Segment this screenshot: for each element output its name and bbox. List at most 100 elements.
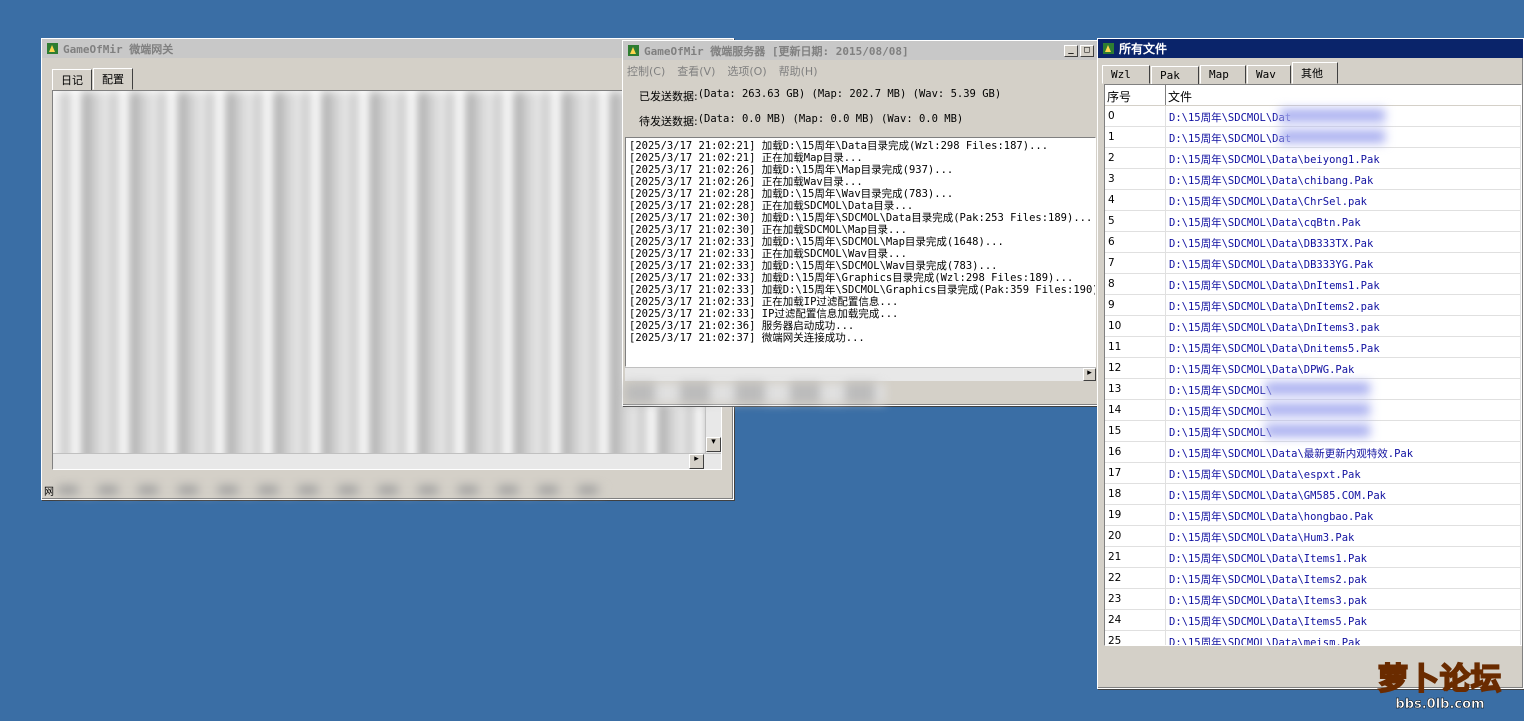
log-line: [2025/3/17 21:02:26] 加载D:\15周年\Map目录完成(9… [629, 164, 954, 176]
pending-value: (Data: 0.0 MB) (Map: 0.0 MB) (Wav: 0.0 M… [697, 113, 964, 125]
log-line: [2025/3/17 21:02:33] 正在加载SDCMOL\Wav目录... [629, 248, 907, 260]
server-window: GameOfMir 微端服务器 [更新日期: 2015/08/08] _ □ 控… [622, 40, 1099, 406]
row-path: D:\15周年\SDCMOL\Data\espxt.Pak [1166, 463, 1521, 483]
files-tabbar: Wzl Pak Map Wav 其他 [1102, 62, 1523, 85]
row-index: 16 [1105, 442, 1166, 462]
row-path: D:\15周年\SDCMOL\Data\cqBtn.Pak [1166, 211, 1521, 231]
row-index: 7 [1105, 253, 1166, 273]
server-titlebar[interactable]: GameOfMir 微端服务器 [更新日期: 2015/08/08] _ □ [623, 41, 1098, 60]
server-log: [2025/3/17 21:02:21] 加载D:\15周年\Data目录完成(… [625, 137, 1096, 367]
table-row[interactable]: 20 D:\15周年\SDCMOL\Data\Hum3.Pak [1105, 526, 1521, 547]
row-path: D:\15周年\SDCMOL\Data\Items2.pak [1166, 568, 1521, 588]
table-body: 0 D:\15周年\SDCMOL\Dat 1 D:\15周年\SDCMOL\Dat 2 D… [1105, 106, 1521, 645]
tab-config[interactable]: 配置 [93, 68, 133, 90]
log-line: [2025/3/17 21:02:33] 正在加载IP过滤配置信息... [629, 296, 899, 308]
table-row[interactable]: 9 D:\15周年\SDCMOL\Data\DnItems2.pak [1105, 295, 1521, 316]
tab-wav[interactable]: Wav [1247, 65, 1291, 84]
row-path: D:\15周年\SDCMOL\Data\Items3.pak [1166, 589, 1521, 609]
gateway-hscrollbar[interactable]: ▸ [53, 453, 721, 469]
menu-help[interactable]: 帮助(H) [779, 63, 818, 79]
tab-log[interactable]: 日记 [52, 69, 92, 91]
table-row[interactable]: 2 D:\15周年\SDCMOL\Data\beiyong1.Pak [1105, 148, 1521, 169]
table-row[interactable]: 21 D:\15周年\SDCMOL\Data\Items1.Pak [1105, 547, 1521, 568]
table-header: 序号 文件 [1105, 85, 1521, 106]
files-window: 所有文件 Wzl Pak Map Wav 其他 序号 文件 0 D:\15周年\S… [1097, 38, 1524, 689]
app-icon [1103, 43, 1114, 54]
redacted-filename [1280, 109, 1385, 122]
menu-options[interactable]: 选项(O) [727, 63, 766, 79]
sent-value: (Data: 263.63 GB) (Map: 202.7 MB) (Wav: … [697, 88, 1002, 100]
forum-watermark: 萝卜论坛 bbs.0lb.com [1366, 662, 1514, 715]
scroll-right-button[interactable]: ▸ [1083, 368, 1096, 381]
log-line: [2025/3/17 21:02:28] 加载D:\15周年\Wav目录完成(7… [629, 188, 954, 200]
tab-map[interactable]: Map [1200, 65, 1246, 84]
row-index: 19 [1105, 505, 1166, 525]
row-path: D:\15周年\SDCMOL\Data\Items5.Pak [1166, 610, 1521, 630]
scroll-down-button[interactable]: ▾ [706, 437, 721, 452]
table-row[interactable]: 16 D:\15周年\SDCMOL\Data\最新更新内观特效.Pak [1105, 442, 1521, 463]
row-index: 4 [1105, 190, 1166, 210]
table-row[interactable]: 19 D:\15周年\SDCMOL\Data\hongbao.Pak [1105, 505, 1521, 526]
table-row[interactable]: 17 D:\15周年\SDCMOL\Data\espxt.Pak [1105, 463, 1521, 484]
scroll-right-button[interactable]: ▸ [689, 454, 704, 469]
tab-other[interactable]: 其他 [1292, 62, 1338, 84]
row-index: 12 [1105, 358, 1166, 378]
table-row[interactable]: 14 D:\15周年\SDCMOL\ [1105, 400, 1521, 421]
server-hscrollbar[interactable]: ▸ [625, 367, 1096, 381]
table-row[interactable]: 11 D:\15周年\SDCMOL\Data\Dnitems5.Pak [1105, 337, 1521, 358]
table-row[interactable]: 5 D:\15周年\SDCMOL\Data\cqBtn.Pak [1105, 211, 1521, 232]
row-path: D:\15周年\SDCMOL\Data\Dnitems5.Pak [1166, 337, 1521, 357]
row-path: D:\15周年\SDCMOL\Data\GM585.COM.Pak [1166, 484, 1521, 504]
table-row[interactable]: 8 D:\15周年\SDCMOL\Data\DnItems1.Pak [1105, 274, 1521, 295]
row-index: 20 [1105, 526, 1166, 546]
table-row[interactable]: 23 D:\15周年\SDCMOL\Data\Items3.pak [1105, 589, 1521, 610]
pending-label: 待发送数据: [639, 115, 698, 128]
tab-pak[interactable]: Pak [1151, 66, 1199, 85]
row-path: D:\15周年\SDCMOL\Data\DPWG.Pak [1166, 358, 1521, 378]
log-line: [2025/3/17 21:02:36] 服务器启动成功... [629, 320, 855, 332]
table-row[interactable]: 12 D:\15周年\SDCMOL\Data\DPWG.Pak [1105, 358, 1521, 379]
menu-view[interactable]: 查看(V) [677, 63, 715, 79]
redacted-filename [1280, 130, 1385, 143]
table-row[interactable]: 13 D:\15周年\SDCMOL\ [1105, 379, 1521, 400]
files-titlebar[interactable]: 所有文件 [1098, 39, 1523, 58]
table-row[interactable]: 7 D:\15周年\SDCMOL\Data\DB333YG.Pak [1105, 253, 1521, 274]
row-index: 5 [1105, 211, 1166, 231]
blurred-content [53, 91, 721, 469]
status-glyph: 网 [44, 486, 54, 498]
table-row[interactable]: 6 D:\15周年\SDCMOL\Data\DB333TX.Pak [1105, 232, 1521, 253]
table-row[interactable]: 1 D:\15周年\SDCMOL\Dat [1105, 127, 1521, 148]
table-row[interactable]: 24 D:\15周年\SDCMOL\Data\Items5.Pak [1105, 610, 1521, 631]
tab-wzl[interactable]: Wzl [1102, 65, 1150, 84]
table-row[interactable]: 4 D:\15周年\SDCMOL\Data\ChrSel.pak [1105, 190, 1521, 211]
maximize-button[interactable]: □ [1080, 44, 1094, 57]
minimize-button[interactable]: _ [1064, 44, 1078, 57]
table-row[interactable]: 0 D:\15周年\SDCMOL\Dat [1105, 106, 1521, 127]
row-index: 17 [1105, 463, 1166, 483]
row-path: D:\15周年\SDCMOL\Data\DnItems2.pak [1166, 295, 1521, 315]
row-index: 25 [1105, 631, 1166, 645]
table-row[interactable]: 22 D:\15周年\SDCMOL\Data\Items2.pak [1105, 568, 1521, 589]
log-line: [2025/3/17 21:02:33] IP过滤配置信息加载完成... [629, 308, 899, 320]
menu-control[interactable]: 控制(C) [627, 63, 665, 79]
col-index[interactable]: 序号 [1105, 85, 1166, 105]
col-file[interactable]: 文件 [1166, 85, 1521, 105]
row-index: 21 [1105, 547, 1166, 567]
table-row[interactable]: 3 D:\15周年\SDCMOL\Data\chibang.Pak [1105, 169, 1521, 190]
row-index: 3 [1105, 169, 1166, 189]
sent-stats: 已发送数据: (Data: 263.63 GB) (Map: 202.7 MB)… [639, 88, 1098, 104]
redacted-filename [1265, 382, 1370, 395]
row-index: 6 [1105, 232, 1166, 252]
table-row[interactable]: 15 D:\15周年\SDCMOL\ [1105, 421, 1521, 442]
log-line: [2025/3/17 21:02:33] 加载D:\15周年\SDCMOL\Gr… [629, 284, 1096, 296]
row-path: D:\15周年\SDCMOL\Data\Items1.Pak [1166, 547, 1521, 567]
row-path: D:\15周年\SDCMOL\Data\最新更新内观特效.Pak [1166, 442, 1521, 462]
log-line: [2025/3/17 21:02:30] 正在加载SDCMOL\Map目录... [629, 224, 907, 236]
table-row[interactable]: 25 D:\15周年\SDCMOL\Data\meism.Pak [1105, 631, 1521, 645]
sent-label: 已发送数据: [639, 90, 698, 103]
table-row[interactable]: 18 D:\15周年\SDCMOL\Data\GM585.COM.Pak [1105, 484, 1521, 505]
server-menubar: 控制(C) 查看(V) 选项(O) 帮助(H) [623, 60, 1098, 82]
row-path: D:\15周年\SDCMOL\Data\DB333TX.Pak [1166, 232, 1521, 252]
table-row[interactable]: 10 D:\15周年\SDCMOL\Data\DnItems3.pak [1105, 316, 1521, 337]
row-path: D:\15周年\SDCMOL\Data\beiyong1.Pak [1166, 148, 1521, 168]
